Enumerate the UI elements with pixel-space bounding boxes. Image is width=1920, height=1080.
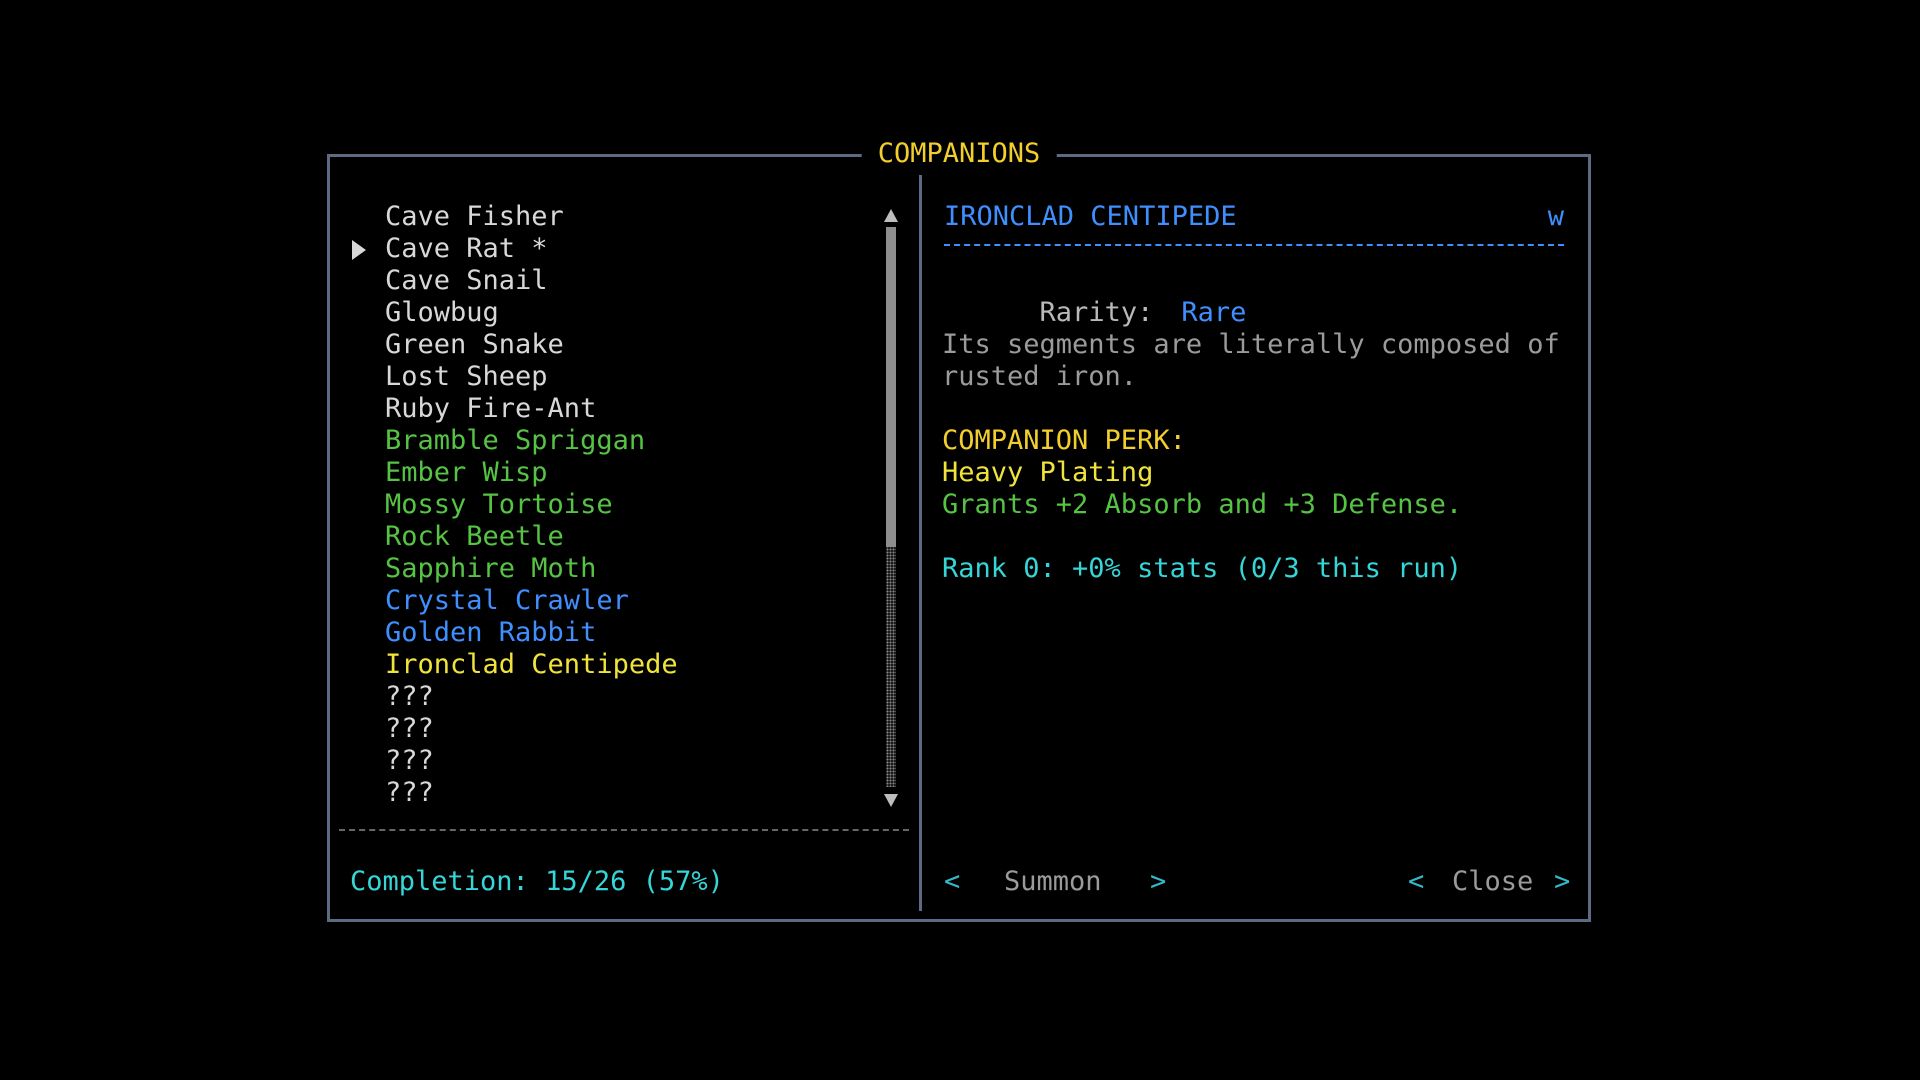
triangle-up-icon[interactable]: [884, 209, 898, 222]
companion-list-item-label: Green Snake: [385, 329, 564, 360]
companion-list-item[interactable]: Ember Wisp: [385, 457, 845, 489]
companion-list-item[interactable]: Rock Beetle: [385, 521, 845, 553]
companion-list-item[interactable]: ???: [385, 681, 845, 713]
companion-list-item[interactable]: ???: [385, 745, 845, 777]
close-label: Close: [1452, 866, 1534, 897]
companion-list-item[interactable]: Golden Rabbit: [385, 617, 845, 649]
companion-list-item[interactable]: Sapphire Moth: [385, 553, 845, 585]
companion-list-item[interactable]: Cave Fisher: [385, 201, 845, 233]
chevron-left-icon: <: [1408, 866, 1425, 897]
list-scrollbar[interactable]: [882, 209, 900, 807]
companion-list-item[interactable]: Cave Snail: [385, 265, 845, 297]
completion-text: Completion: 15/26 (57%): [350, 866, 724, 897]
companion-list-item[interactable]: Ruby Fire-Ant: [385, 393, 845, 425]
companion-list-item[interactable]: Cave Rat *: [352, 233, 845, 265]
companion-list-item[interactable]: Ironclad Centipede: [385, 649, 845, 681]
dialog-title: COMPANIONS: [861, 137, 1057, 171]
companion-list-item-label: Bramble Spriggan: [385, 425, 646, 456]
companion-list-item-label: ???: [385, 745, 434, 776]
companion-list-item-label: Sapphire Moth: [385, 553, 597, 584]
companion-list-item-label: Golden Rabbit: [385, 617, 597, 648]
panel-divider: [919, 175, 922, 911]
rarity-value: Rare: [1181, 297, 1247, 328]
triangle-down-icon[interactable]: [884, 794, 898, 807]
companion-list-item-label: ???: [385, 713, 434, 744]
list-divider: [339, 829, 909, 831]
companion-list-item-label: ???: [385, 777, 434, 808]
companion-list-item[interactable]: Mossy Tortoise: [385, 489, 845, 521]
chevron-right-icon: >: [1554, 866, 1571, 897]
triangle-right-icon: [352, 240, 366, 260]
companion-list-item-label: Mossy Tortoise: [385, 489, 613, 520]
scrollbar-thumb[interactable]: [886, 227, 896, 547]
companion-list-item[interactable]: Lost Sheep: [385, 361, 845, 393]
companion-list-item-label: Ruby Fire-Ant: [385, 393, 597, 424]
companion-list-item-label: Rock Beetle: [385, 521, 564, 552]
companion-list-item[interactable]: Crystal Crawler: [385, 585, 845, 617]
companion-name: IRONCLAD CENTIPEDE: [944, 201, 1237, 232]
chevron-left-icon: <: [944, 866, 961, 897]
companion-list-item[interactable]: ???: [385, 777, 845, 809]
rank-line: Rank 0: +0% stats (0/3 this run): [942, 553, 1463, 584]
perk-heading: COMPANION PERK:: [942, 425, 1186, 456]
rarity-glyph: w: [1547, 201, 1564, 232]
companion-list-item-label: Cave Snail: [385, 265, 548, 296]
companion-list-item-label: Crystal Crawler: [385, 585, 629, 616]
companion-description: Its segments are literally composed of r…: [942, 329, 1560, 392]
detail-divider: [944, 244, 1564, 246]
companion-list-item[interactable]: Glowbug: [385, 297, 845, 329]
companion-list-item[interactable]: Green Snake: [385, 329, 845, 361]
companion-list-item[interactable]: Bramble Spriggan: [385, 425, 845, 457]
rarity-label: Rarity:: [1039, 297, 1154, 328]
companion-list-item-label: Glowbug: [385, 297, 499, 328]
companion-list-item-label: Ironclad Centipede: [385, 649, 678, 680]
chevron-right-icon: >: [1150, 866, 1167, 897]
companion-list-item-label: Ember Wisp: [385, 457, 548, 488]
companion-list-item-label: ???: [385, 681, 434, 712]
companions-dialog: COMPANIONS Cave Fisher Cave Rat * Cave Sna…: [327, 137, 1591, 922]
companion-list-item[interactable]: ???: [385, 713, 845, 745]
companion-list-item-label: Lost Sheep: [385, 361, 548, 392]
perk-description: Grants +2 Absorb and +3 Defense.: [942, 489, 1463, 520]
companion-list: Cave Fisher Cave Rat * Cave Snail Glowbug Gr…: [352, 201, 845, 809]
summon-button[interactable]: < Summon >: [942, 865, 1172, 899]
close-button[interactable]: < Close >: [1408, 865, 1571, 899]
perk-name: Heavy Plating: [942, 457, 1154, 488]
summon-label: Summon: [1004, 866, 1102, 897]
companion-list-item-label: Cave Fisher: [385, 201, 564, 232]
companion-list-item-label: Cave Rat *: [385, 233, 548, 264]
